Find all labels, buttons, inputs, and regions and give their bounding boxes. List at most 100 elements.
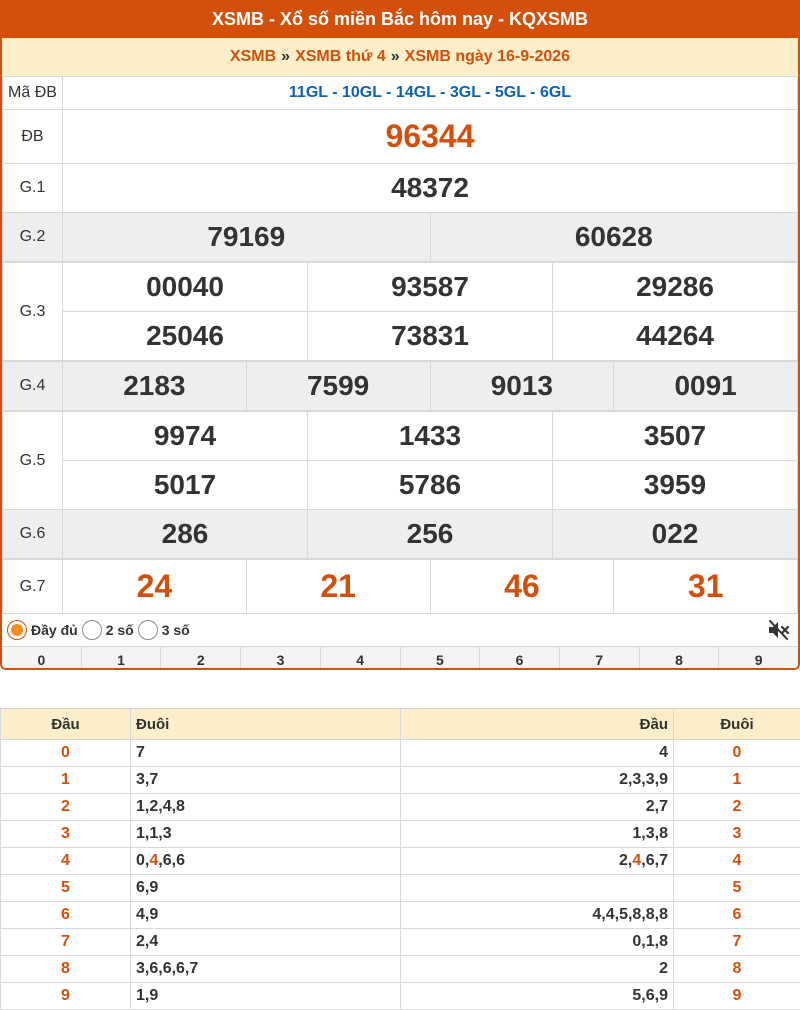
results-table-g5: G.5 9974 1433 3507 5017 5786 3959 G.6 28… [2, 411, 798, 559]
g3-number: 73831 [307, 311, 553, 361]
loto-duoi: 5 [673, 874, 800, 902]
digit-filter-0[interactable]: 0 [2, 647, 82, 668]
results-table: Mã ĐB 11GL - 10GL - 14GL - 3GL - 5GL - 6… [2, 76, 798, 262]
table-row: 2 1,2,4,8 2,7 2 [0, 793, 800, 821]
g2-number: 79169 [62, 212, 431, 262]
loto-duoi: 4,9 [130, 901, 401, 929]
loto-digit: 6 [162, 852, 172, 869]
table-row: 6 4,9 4,4,5,8,8,8 6 [0, 901, 800, 929]
table-row: 4 0,4,6,6 2,4,6,7 4 [0, 847, 800, 875]
radio-unchecked-icon [137, 620, 158, 640]
g4-number: 9013 [429, 361, 615, 411]
g6-number: 256 [307, 509, 553, 559]
loto-dau: 6 [0, 901, 131, 929]
breadcrumb-separator: » [390, 48, 400, 65]
loto-digit: 7 [659, 852, 668, 869]
digit-filter-6[interactable]: 6 [480, 647, 560, 668]
g5-number: 1433 [307, 411, 553, 461]
radio-checked-icon [7, 620, 27, 640]
loto-duoi: 1,1,3 [130, 820, 401, 848]
results-table-g4: G.4 2183 7599 9013 0091 [2, 361, 798, 411]
g2-number: 60628 [429, 212, 798, 262]
g7-number: 31 [613, 559, 798, 614]
digit-filter-9[interactable]: 9 [719, 647, 798, 668]
g6-number: 022 [552, 509, 798, 559]
table-row: 9 1,9 5,6,9 9 [0, 982, 800, 1010]
loto-duoi: 1,2,4,8 [130, 793, 401, 821]
g3-number: 44264 [552, 311, 798, 361]
g4-label: G.4 [2, 361, 63, 411]
g4-number: 7599 [245, 361, 431, 411]
breadcrumb-xsmb[interactable]: XSMB [230, 48, 276, 66]
loto-duoi: 7 [130, 739, 401, 767]
loto-duoi: 9 [673, 982, 800, 1010]
loto-dau: 8 [0, 955, 131, 983]
table-row: 8 3,6,6,6,7 2 8 [0, 955, 800, 983]
g3-number: 25046 [62, 311, 308, 361]
loto-dau: 3 [0, 820, 131, 848]
loto-duoi: 6 [673, 901, 800, 929]
loto-table: Đầu Đuôi Đầu Đuôi 0 7 4 0 1 3,7 2,3,3,9 1 2 1,2,4… [0, 708, 800, 1010]
g5-number: 3959 [552, 460, 798, 510]
radio-2-digits[interactable]: 2 số [81, 620, 134, 640]
g4-number: 2183 [62, 361, 247, 411]
table-row: 5 6,9 5 [0, 874, 800, 902]
digit-filter-5[interactable]: 5 [401, 647, 481, 668]
volume-mute-icon[interactable] [766, 618, 790, 642]
loto-duoi: 7 [673, 928, 800, 956]
loto-duoi: 0,4,6,6 [130, 847, 401, 875]
results-table-g3: G.3 00040 93587 29286 25046 73831 44264 [2, 262, 798, 361]
g5-number: 9974 [62, 411, 308, 461]
loto-dau: 0,1,8 [400, 928, 674, 956]
table-row: 7 2,4 0,1,8 7 [0, 928, 800, 956]
g5-label: G.5 [2, 411, 63, 510]
loto-duoi: 1,9 [130, 982, 401, 1010]
radio-full[interactable]: Đầy đủ [7, 620, 78, 640]
digit-filter-7[interactable]: 7 [560, 647, 640, 668]
loto-duoi: 3,6,6,6,7 [130, 955, 401, 983]
g7-number: 24 [62, 559, 247, 614]
g6-label: G.6 [2, 509, 63, 559]
g5-number: 3507 [552, 411, 798, 461]
loto-dau: 5 [0, 874, 131, 902]
loto-dau: 7 [0, 928, 131, 956]
digit-filter-4[interactable]: 4 [321, 647, 401, 668]
radio-unchecked-icon [81, 620, 102, 640]
radio-2-digits-label: 2 số [105, 622, 134, 638]
loto-dau: 9 [0, 982, 131, 1010]
loto-duoi: 3,7 [130, 766, 401, 794]
loto-dau: 2 [0, 793, 131, 821]
breadcrumb-weekday[interactable]: XSMB thứ 4 [295, 48, 386, 66]
breadcrumb-separator: » [281, 48, 291, 65]
digit-filter-1[interactable]: 1 [82, 647, 162, 668]
radio-3-digits[interactable]: 3 số [137, 620, 190, 640]
loto-digit: 2 [619, 852, 628, 869]
loto-header-duoi: Đuôi [130, 708, 401, 740]
loto-dau: 4 [0, 847, 131, 875]
digit-filter-2[interactable]: 2 [161, 647, 242, 668]
g1-number: 48372 [62, 163, 798, 213]
loto-dau: 1 [0, 766, 131, 794]
g2-label: G.2 [2, 212, 63, 262]
loto-header-dau: Đầu [400, 708, 674, 740]
loto-duoi: 3 [673, 820, 800, 848]
loto-header-duoi: Đuôi [673, 708, 800, 740]
breadcrumb-date[interactable]: XSMB ngày 16-9-2026 [405, 48, 570, 66]
radio-3-digits-label: 3 số [161, 622, 190, 638]
digit-filter-3[interactable]: 3 [241, 647, 321, 668]
display-options: Đầy đủ 2 số 3 số [2, 614, 798, 646]
db-label: ĐB [2, 109, 63, 164]
page-title: XSMB - Xổ số miền Bắc hôm nay - KQXSMB [2, 0, 798, 38]
results-table-g7: G.7 24 21 46 31 [2, 559, 798, 614]
loto-dau: 0 [0, 739, 131, 767]
loto-duoi: 6,9 [130, 874, 401, 902]
loto-dau: 4,4,5,8,8,8 [400, 901, 674, 929]
loto-digit: 4 [632, 852, 642, 869]
loto-header-dau: Đầu [0, 708, 131, 740]
g7-number: 46 [429, 559, 615, 614]
digit-filter-8[interactable]: 8 [640, 647, 720, 668]
table-row: 1 3,7 2,3,3,9 1 [0, 766, 800, 794]
digit-filter-bar: 0 1 2 3 4 5 6 7 8 9 [2, 646, 798, 668]
g3-label: G.3 [2, 262, 63, 361]
loto-duoi: 1 [673, 766, 800, 794]
